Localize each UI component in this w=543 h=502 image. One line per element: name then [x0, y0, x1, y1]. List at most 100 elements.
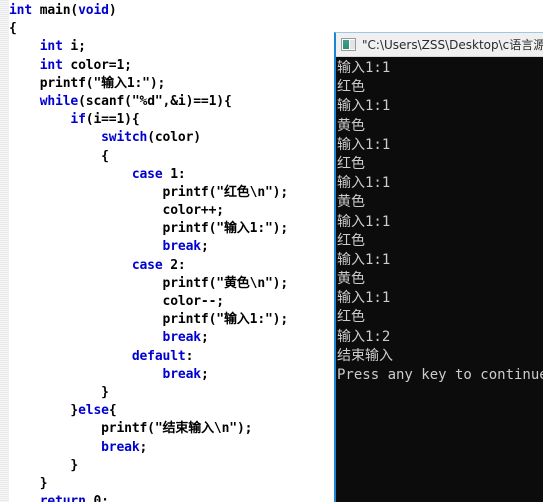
- code-text: ;: [200, 366, 209, 382]
- console-output-line: 输入1:2: [337, 328, 391, 345]
- code-text: ;: [200, 239, 209, 255]
- console-output-line: 黄色: [337, 194, 365, 211]
- code-text: }: [9, 384, 109, 400]
- code-line: switch(color): [9, 129, 335, 147]
- code-line: case 2:: [9, 257, 335, 275]
- code-text: (scanf("%d",&i)==1){: [78, 93, 232, 109]
- code-keyword: default: [131, 348, 186, 364]
- code-keyword: else: [78, 403, 109, 419]
- code-line: printf("输入1:");: [9, 75, 335, 93]
- code-line: {: [9, 20, 335, 38]
- code-text: printf("结束输入\n");: [9, 421, 253, 437]
- code-editor-pane[interactable]: int main(void){ int i; int color=1; prin…: [0, 0, 335, 502]
- code-text: printf("输入1:");: [9, 75, 166, 91]
- console-output-line: Press any key to continue: [337, 367, 543, 383]
- code-text: {: [108, 403, 117, 419]
- code-keyword: int: [39, 57, 63, 73]
- code-text: printf("输入1:");: [9, 221, 289, 237]
- code-text: color=1;: [62, 57, 132, 73]
- code-text: color--;: [9, 294, 225, 309]
- code-line: printf("红色\n");: [9, 184, 335, 202]
- code-text: ;: [200, 330, 209, 346]
- console-output-area[interactable]: 输入1:1 红色 输入1:1 黄色 输入1:1 红色 输入1:1 黄色 输入1:1 红色 输入1:1…: [336, 58, 543, 502]
- code-text-area[interactable]: int main(void){ int i; int color=1; prin…: [9, 0, 335, 502]
- code-line: case 1:: [9, 166, 335, 184]
- code-text: printf("黄色\n");: [9, 275, 289, 291]
- code-text: printf("输入1:");: [9, 312, 289, 328]
- code-line: int main(void): [9, 2, 335, 20]
- code-keyword: if: [70, 112, 86, 128]
- code-line: if(i==1){: [9, 111, 335, 129]
- code-keyword: void: [78, 3, 109, 18]
- code-keyword: int: [39, 39, 63, 55]
- code-line: break;: [9, 329, 335, 347]
- code-line: break;: [9, 439, 335, 457]
- code-keyword: break: [162, 366, 202, 382]
- code-line: return 0;: [9, 493, 335, 502]
- code-text: i;: [62, 39, 86, 55]
- code-line: printf("黄色\n");: [9, 275, 335, 293]
- code-line: while(scanf("%d",&i)==1){: [9, 93, 335, 111]
- code-line: printf("输入1:");: [9, 311, 335, 329]
- code-text: 2:: [162, 257, 186, 273]
- code-text: (i==1){: [85, 112, 140, 128]
- code-line: break;: [9, 238, 335, 256]
- console-window-icon: [341, 38, 356, 51]
- code-text: 0;: [85, 494, 109, 502]
- code-text: {: [9, 21, 17, 37]
- code-line: printf("输入1:");: [9, 220, 335, 238]
- code-line: int i;: [9, 38, 335, 56]
- console-output-line: 红色: [337, 155, 365, 172]
- code-line: default:: [9, 348, 335, 366]
- console-output-line: 输入1:1: [337, 175, 391, 192]
- console-title-text: "C:\Users\ZSS\Desktop\c语言源: [362, 38, 543, 52]
- code-text: ): [108, 3, 117, 18]
- code-text: printf("红色\n");: [9, 184, 289, 200]
- console-output-line: 输入1:1: [337, 136, 391, 153]
- code-keyword: return: [39, 494, 86, 502]
- console-output-line: 红色: [337, 232, 365, 249]
- console-titlebar[interactable]: "C:\Users\ZSS\Desktop\c语言源: [336, 33, 543, 57]
- code-text: (color): [147, 130, 201, 146]
- code-text: 1:: [162, 166, 186, 182]
- code-text: {: [9, 148, 109, 164]
- code-line: }: [9, 457, 335, 475]
- code-line: break;: [9, 366, 335, 384]
- code-keyword: while: [39, 93, 79, 109]
- console-output-line: 红色: [337, 79, 365, 96]
- code-keyword: switch: [101, 130, 148, 146]
- console-output-line: 输入1:1: [337, 60, 391, 76]
- code-text: main(: [32, 3, 79, 18]
- code-text: }: [9, 403, 79, 419]
- console-output-line: 输入1:1: [337, 98, 391, 115]
- code-line: {: [9, 148, 335, 166]
- editor-gutter: [0, 0, 9, 502]
- console-output-line: 黄色: [337, 271, 365, 288]
- code-line: color++;: [9, 202, 335, 220]
- console-output-line: 结束输入: [337, 347, 393, 364]
- console-output-line: 输入1:1: [337, 213, 391, 230]
- code-text: :: [185, 348, 194, 364]
- code-text: }: [9, 475, 48, 491]
- console-output-line: 黄色: [337, 117, 365, 134]
- code-line: }: [9, 475, 335, 493]
- code-line: printf("结束输入\n");: [9, 420, 335, 438]
- code-text: ;: [139, 439, 148, 455]
- console-window[interactable]: "C:\Users\ZSS\Desktop\c语言源 输入1:1 红色 输入1:1 黄…: [334, 32, 543, 502]
- code-keyword: break: [101, 439, 140, 455]
- code-text: color++;: [9, 203, 225, 219]
- console-output-line: 红色: [337, 309, 365, 326]
- code-keyword: case: [131, 166, 163, 182]
- code-line: }: [9, 384, 335, 402]
